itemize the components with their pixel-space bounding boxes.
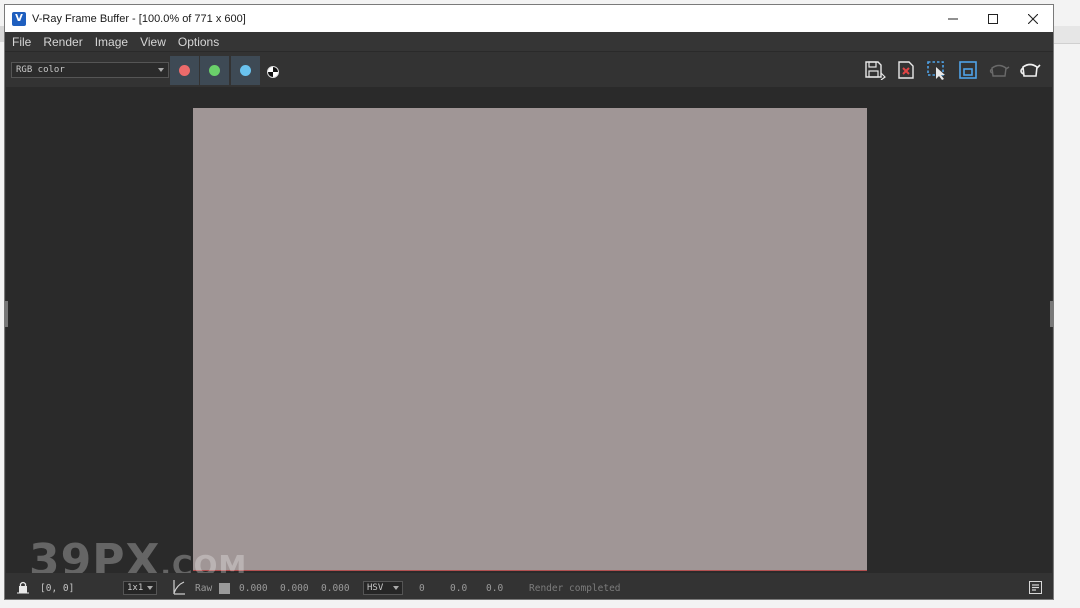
- rgb-value-b: 0.000: [321, 583, 350, 594]
- menu-view[interactable]: View: [138, 35, 168, 49]
- hsv-value-v: 0.0: [486, 583, 504, 594]
- render-last-button[interactable]: [983, 59, 1014, 81]
- lock-coordinates-icon[interactable]: [16, 580, 30, 594]
- minimize-icon: [948, 18, 958, 19]
- toolbar: RGB color: [5, 53, 1053, 85]
- render-channel-dropdown[interactable]: RGB color: [11, 62, 169, 78]
- blue-channel-button[interactable]: [231, 56, 260, 85]
- rendered-image[interactable]: [193, 108, 867, 571]
- menu-image[interactable]: Image: [93, 35, 130, 49]
- red-channel-icon: [179, 65, 190, 76]
- hsv-value-h: 0: [419, 583, 425, 594]
- chevron-down-icon: [393, 586, 399, 590]
- status-bar: [0, 0] 1x1 Raw 0.000 0.000 0.000 HSV 0 0…: [5, 573, 1053, 599]
- color-clamp-icon[interactable]: [172, 579, 186, 595]
- red-channel-button[interactable]: [170, 56, 199, 85]
- render-teapot-icon: [1019, 63, 1041, 77]
- color-mode-value: HSV: [367, 583, 384, 593]
- link-to-vfb-icon: [958, 61, 977, 79]
- window-controls: [933, 5, 1053, 32]
- color-mode-dropdown[interactable]: HSV: [363, 581, 403, 595]
- right-resize-grip[interactable]: [1050, 301, 1053, 327]
- chevron-down-icon: [158, 68, 164, 72]
- window-title: V-Ray Frame Buffer - [100.0% of 771 x 60…: [32, 12, 246, 25]
- close-button[interactable]: [1013, 5, 1053, 32]
- close-icon: [1028, 13, 1038, 24]
- vfb-window: V V-Ray Frame Buffer - [100.0% of 771 x …: [4, 4, 1054, 600]
- minimize-button[interactable]: [933, 5, 973, 32]
- menu-bar: File Render Image View Options: [5, 32, 1053, 52]
- pixel-color-swatch: [219, 583, 230, 594]
- maximize-button[interactable]: [973, 5, 1013, 32]
- render-last-icon: [989, 64, 1009, 77]
- hsv-value-s: 0.0: [450, 583, 468, 594]
- clear-image-button[interactable]: [890, 59, 921, 81]
- vray-app-icon: V: [12, 11, 26, 26]
- pixel-coordinates: [0, 0]: [40, 583, 75, 594]
- blue-channel-icon: [240, 65, 251, 76]
- rgb-value-g: 0.000: [280, 583, 309, 594]
- menu-render[interactable]: Render: [41, 35, 84, 49]
- green-channel-icon: [209, 65, 220, 76]
- rgb-value-r: 0.000: [239, 583, 268, 594]
- render-viewport[interactable]: [6, 87, 1052, 573]
- clear-image-icon: [897, 61, 914, 79]
- sample-size-dropdown[interactable]: 1x1: [123, 581, 157, 595]
- chevron-down-icon: [147, 586, 153, 590]
- toolbar-right-icons: [859, 59, 1045, 81]
- render-channel-value: RGB color: [16, 65, 65, 75]
- left-resize-grip[interactable]: [5, 301, 8, 327]
- raw-label[interactable]: Raw: [195, 583, 212, 594]
- menu-options[interactable]: Options: [176, 35, 221, 49]
- render-teapot-button[interactable]: [1014, 59, 1045, 81]
- sample-size-value: 1x1: [127, 583, 144, 593]
- region-render-button[interactable]: [921, 59, 952, 81]
- green-channel-button[interactable]: [200, 56, 229, 85]
- background-window-strip: [1054, 26, 1080, 44]
- render-status-message: Render completed: [529, 583, 621, 594]
- title-bar[interactable]: V V-Ray Frame Buffer - [100.0% of 771 x …: [5, 5, 1053, 32]
- save-image-icon: [864, 61, 886, 80]
- link-to-vfb-button[interactable]: [952, 59, 983, 81]
- region-render-icon: [926, 61, 945, 80]
- monochrome-mode-icon[interactable]: [267, 66, 279, 78]
- maximize-icon: [988, 13, 998, 24]
- save-image-button[interactable]: [859, 59, 890, 81]
- render-log-icon[interactable]: [1029, 581, 1042, 594]
- menu-file[interactable]: File: [10, 35, 33, 49]
